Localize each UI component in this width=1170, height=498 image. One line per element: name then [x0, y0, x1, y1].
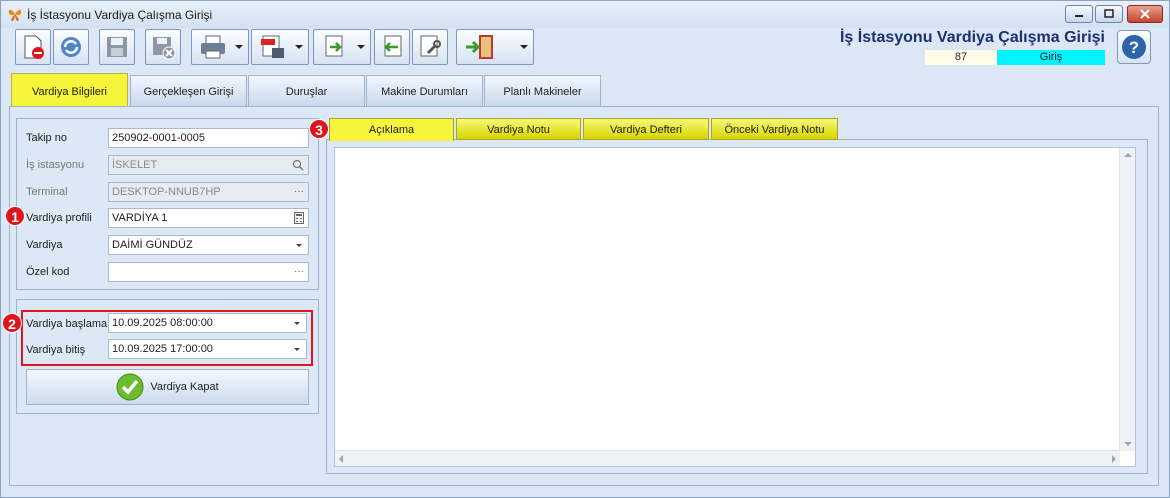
ellipsis-button[interactable]: ··· [294, 183, 304, 201]
is-istasyonu-field[interactable]: İSKELET [108, 155, 309, 175]
vardiya-baslama-label: Vardiya başlama [26, 318, 108, 330]
vardiya-profili-value: VARDİYA 1 [112, 212, 168, 224]
exit-button[interactable] [456, 29, 534, 65]
vardiya-profili-field[interactable]: VARDİYA 1 [108, 208, 309, 228]
vardiya-kapat-button[interactable]: Vardiya Kapat [26, 369, 309, 405]
chevron-down-icon [294, 322, 300, 325]
save-close-button[interactable] [145, 29, 181, 65]
print-icon [201, 35, 225, 59]
dropdown-arrow-icon [520, 45, 528, 49]
pdf-export-icon [261, 35, 284, 58]
vardiya-bitis-value: 10.09.2025 17:00:00 [112, 343, 213, 355]
dropdown-arrow-icon [295, 45, 303, 49]
scroll-up-icon[interactable] [1124, 153, 1132, 157]
help-icon: ? [1122, 35, 1146, 59]
tab-vardiya-bilgileri[interactable]: Vardiya Bilgileri [11, 73, 128, 107]
chevron-down-icon [296, 244, 302, 247]
is-istasyonu-value: İSKELET [112, 159, 158, 171]
ozel-kod-label: Özel kod [26, 266, 70, 278]
import-button[interactable] [313, 29, 371, 65]
page-title: İş İstasyonu Vardiya Çalışma Girişi [839, 29, 1105, 46]
vertical-scrollbar[interactable] [1119, 148, 1135, 451]
aciklama-text-editor[interactable] [334, 147, 1136, 467]
subtab-aciklama[interactable]: Açıklama [329, 118, 454, 141]
butterfly-icon [8, 9, 22, 21]
tools-icon [420, 35, 441, 57]
horizontal-scrollbar[interactable] [335, 450, 1120, 466]
refresh-button[interactable] [53, 29, 89, 65]
dropdown-arrow-icon [357, 45, 365, 49]
terminal-value: DESKTOP-NNUB7HP [112, 186, 221, 198]
title-bar: İş İstasyonu Vardiya Çalışma Girişi [1, 1, 1169, 28]
takip-no-value: 250902-0001-0005 [112, 132, 205, 144]
subtab-vardiya-notu[interactable]: Vardiya Notu [456, 118, 581, 140]
is-istasyonu-label: İş istasyonu [26, 159, 85, 171]
maximize-button[interactable] [1095, 5, 1123, 23]
scroll-down-icon[interactable] [1124, 442, 1132, 446]
new-button[interactable] [15, 29, 51, 65]
scroll-left-icon[interactable] [339, 455, 343, 463]
terminal-field[interactable]: DESKTOP-NNUB7HP ··· [108, 182, 309, 202]
print-button[interactable] [191, 29, 249, 65]
calculator-icon[interactable] [294, 212, 304, 224]
vardiya-profili-label: Vardiya profili [26, 212, 92, 224]
vardiya-select[interactable]: DAİMİ GÜNDÜZ [108, 235, 309, 255]
back-icon [384, 35, 402, 57]
minimize-button[interactable] [1065, 5, 1093, 23]
record-number: 87 [925, 50, 997, 65]
annotation-badge-3: 3 [309, 119, 329, 139]
vardiya-value: DAİMİ GÜNDÜZ [112, 239, 193, 251]
ellipsis-button[interactable]: ··· [294, 263, 304, 281]
save-button[interactable] [99, 29, 135, 65]
vardiya-baslama-value: 10.09.2025 08:00:00 [112, 317, 213, 329]
annotation-badge-1: 1 [5, 206, 25, 226]
tab-gerceklesen-girisi[interactable]: Gerçekleşen Girişi [130, 75, 247, 107]
scroll-right-icon[interactable] [1112, 455, 1116, 463]
new-document-icon [24, 35, 44, 59]
terminal-label: Terminal [26, 186, 68, 198]
save-icon [107, 37, 127, 57]
tab-makine-durumlari[interactable]: Makine Durumları [366, 75, 483, 107]
takip-no-label: Takip no [26, 132, 67, 144]
chevron-down-icon [294, 348, 300, 351]
close-icon [1140, 9, 1150, 19]
subtab-onceki-vardiya-notu[interactable]: Önceki Vardiya Notu [711, 118, 838, 140]
back-button[interactable] [374, 29, 410, 65]
import-icon [325, 35, 343, 57]
close-button[interactable] [1127, 5, 1163, 23]
ozel-kod-field[interactable]: ··· [108, 262, 309, 282]
check-icon [116, 373, 144, 401]
vardiya-baslama-datetime[interactable]: 10.09.2025 08:00:00 [108, 313, 307, 333]
minimize-icon [1075, 15, 1083, 17]
vardiya-label: Vardiya [26, 239, 63, 251]
subtab-vardiya-defteri[interactable]: Vardiya Defteri [583, 118, 709, 140]
window-title: İş İstasyonu Vardiya Çalışma Girişi [27, 8, 213, 22]
annotation-badge-2: 2 [2, 313, 22, 333]
tab-planli-makineler[interactable]: Planlı Makineler [484, 75, 601, 107]
pdf-export-button[interactable] [251, 29, 309, 65]
app-window: İş İstasyonu Vardiya Çalışma Girişi İş İ… [0, 0, 1170, 498]
maximize-icon [1104, 9, 1114, 18]
tab-duruslar[interactable]: Duruşlar [248, 75, 365, 107]
svg-text:?: ? [1129, 38, 1139, 57]
dropdown-arrow-icon [235, 45, 243, 49]
vardiya-bitis-datetime[interactable]: 10.09.2025 17:00:00 [108, 339, 307, 359]
refresh-icon [61, 37, 81, 57]
exit-icon [466, 35, 493, 59]
tools-button[interactable] [412, 29, 448, 65]
vardiya-bitis-label: Vardiya bitiş [26, 344, 86, 356]
search-icon[interactable] [292, 159, 304, 171]
help-button[interactable]: ? [1117, 30, 1151, 64]
save-close-icon [153, 37, 176, 60]
takip-no-field[interactable]: 250902-0001-0005 [108, 128, 309, 148]
vardiya-kapat-label: Vardiya Kapat [150, 381, 219, 393]
mode-badge: Giriş [997, 50, 1105, 65]
